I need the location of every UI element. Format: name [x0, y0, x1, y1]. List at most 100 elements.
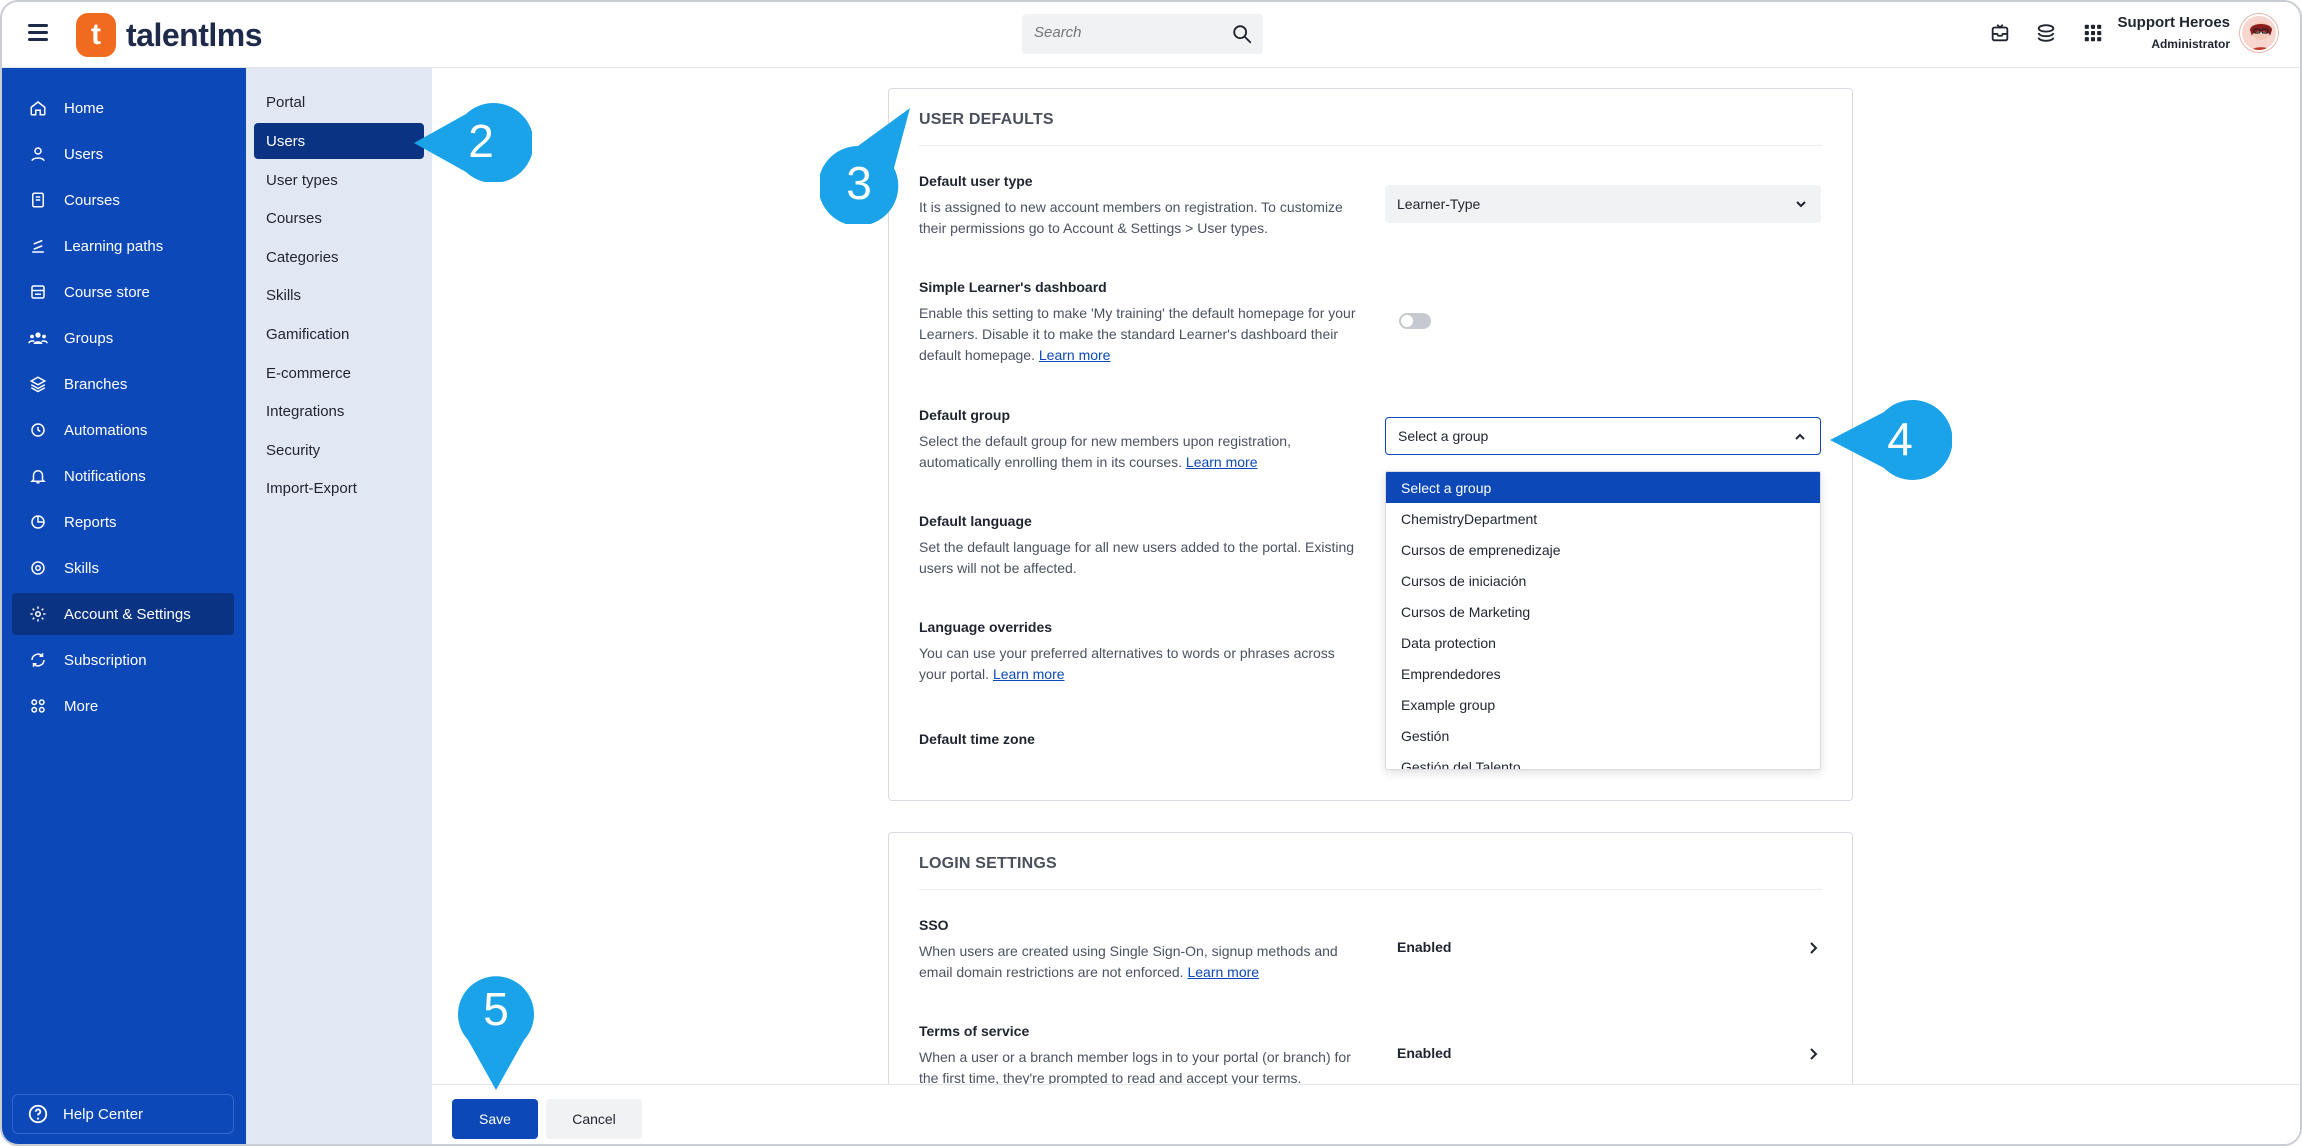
user-menu[interactable]: Support Heroes Administrator [2117, 14, 2230, 51]
sso-title: SSO [919, 917, 949, 933]
subnav-item-skills[interactable]: Skills [254, 277, 424, 313]
help-center-button[interactable]: Help Center [12, 1094, 234, 1134]
hamburger-menu-icon[interactable] [28, 24, 48, 41]
sidebar-item-course-store[interactable]: Course store [12, 271, 234, 313]
simple-dashboard-title: Simple Learner's dashboard [919, 279, 1107, 295]
default-user-type-value: Learner-Type [1397, 196, 1481, 212]
default-user-type-title: Default user type [919, 173, 1033, 189]
callout-marker-2: 2 [412, 102, 532, 182]
sidebar-item-account-settings[interactable]: Account & Settings [12, 593, 234, 635]
sidebar-item-learning-paths[interactable]: Learning paths [12, 225, 234, 267]
avatar[interactable] [2240, 14, 2278, 52]
path-icon [28, 236, 48, 256]
help-center-label: Help Center [63, 1105, 144, 1123]
default-user-type-desc: It is assigned to new account members on… [919, 199, 1343, 236]
dropdown-option[interactable]: Gestión [1386, 720, 1820, 751]
sidebar-item-label: Branches [64, 375, 128, 393]
dropdown-option[interactable]: Gestión del Talento [1386, 751, 1820, 770]
sidebar-item-home[interactable]: Home [12, 87, 234, 129]
bell-icon [28, 466, 48, 486]
sidebar-item-label: Subscription [64, 651, 147, 669]
dropdown-option[interactable]: ChemistryDepartment [1386, 503, 1820, 534]
sidebar-item-more[interactable]: More [12, 685, 234, 727]
user-defaults-title: USER DEFAULTS [919, 111, 1054, 128]
sidebar-item-label: Automations [64, 421, 148, 439]
logo-badge: t [76, 13, 116, 57]
default-group-desc: Select the default group for new members… [919, 433, 1291, 470]
save-button[interactable]: Save [452, 1099, 538, 1139]
user-icon [28, 144, 48, 164]
default-language-desc: Set the default language for all new use… [919, 539, 1355, 576]
simple-dashboard-toggle[interactable] [1399, 313, 1431, 329]
toggle-knob [1401, 315, 1413, 327]
sidebar-item-reports[interactable]: Reports [12, 501, 234, 543]
dropdown-option[interactable]: Select a group [1386, 472, 1820, 503]
subnav-item-integrations[interactable]: Integrations [254, 393, 424, 429]
apps-grid-icon[interactable] [2082, 22, 2104, 44]
search-box[interactable] [1022, 14, 1263, 54]
default-user-type-select[interactable]: Learner-Type [1385, 185, 1821, 223]
dropdown-option[interactable]: Example group [1386, 689, 1820, 720]
callout-5-number: 5 [483, 983, 509, 1035]
sidebar-item-subscription[interactable]: Subscription [12, 639, 234, 681]
gear-icon [28, 604, 48, 624]
dropdown-option[interactable]: Emprendedores [1386, 658, 1820, 689]
sidebar-item-skills[interactable]: Skills [12, 547, 234, 589]
sidebar-item-label: Users [64, 145, 104, 163]
subnav-item-portal[interactable]: Portal [254, 84, 424, 120]
logo[interactable]: t talentlms [76, 13, 262, 57]
layers-switch-icon[interactable] [2035, 22, 2057, 44]
terms-desc: When a user or a branch member logs in t… [919, 1049, 1351, 1086]
sidebar-item-courses[interactable]: Courses [12, 179, 234, 221]
store-icon [28, 282, 48, 302]
logo-text: talentlms [126, 16, 262, 53]
sidebar-item-groups[interactable]: Groups [12, 317, 234, 359]
simple-dashboard-desc: Enable this setting to make 'My training… [919, 305, 1356, 363]
inbox-icon[interactable] [1989, 22, 2011, 44]
chevron-right-icon[interactable] [1806, 941, 1820, 955]
subnav-item-import-export[interactable]: Import-Export [254, 470, 424, 506]
sidebar-item-label: Courses [64, 191, 120, 209]
subnav-item-gamification[interactable]: Gamification [254, 316, 424, 352]
simple-dashboard-learn-more-link[interactable]: Learn more [1039, 347, 1111, 363]
divider [919, 889, 1822, 890]
terms-status: Enabled [1397, 1045, 1452, 1061]
sidebar-item-branches[interactable]: Branches [12, 363, 234, 405]
dropdown-option[interactable]: Cursos de Marketing [1386, 596, 1820, 627]
subnav-item-users[interactable]: Users [254, 123, 424, 159]
sidebar-item-automations[interactable]: Automations [12, 409, 234, 451]
pie-chart-icon [28, 512, 48, 532]
top-bar: t talentlms Support Heroes Administrator [2, 2, 2300, 68]
default-group-select[interactable]: Select a group [1385, 417, 1821, 455]
subnav-item-ecommerce[interactable]: E-commerce [254, 355, 424, 391]
sidebar-item-label: Skills [64, 559, 100, 577]
automation-icon [28, 420, 48, 440]
subnav-item-courses[interactable]: Courses [254, 200, 424, 236]
search-icon[interactable] [1231, 23, 1253, 45]
callout-marker-4: 4 [1828, 398, 1952, 482]
cancel-button[interactable]: Cancel [546, 1099, 642, 1139]
divider [919, 145, 1822, 146]
sidebar-item-label: Account & Settings [64, 605, 191, 623]
dropdown-option[interactable]: Cursos de iniciación [1386, 565, 1820, 596]
language-overrides-desc: You can use your preferred alternatives … [919, 645, 1335, 682]
subnav-item-user-types[interactable]: User types [254, 162, 424, 198]
search-input[interactable] [1034, 24, 1214, 41]
app-window: t talentlms Support Heroes Administrator… [0, 0, 2302, 1146]
sso-learn-more-link[interactable]: Learn more [1187, 964, 1259, 980]
skills-icon [28, 558, 48, 578]
sidebar-item-notifications[interactable]: Notifications [12, 455, 234, 497]
user-role: Administrator [2151, 37, 2230, 51]
default-time-zone-title: Default time zone [919, 731, 1035, 747]
dropdown-option[interactable]: Data protection [1386, 627, 1820, 658]
chevron-right-icon[interactable] [1806, 1047, 1820, 1061]
subnav-item-categories[interactable]: Categories [254, 239, 424, 275]
sidebar-item-users[interactable]: Users [12, 133, 234, 175]
subnav-item-security[interactable]: Security [254, 432, 424, 468]
default-group-learn-more-link[interactable]: Learn more [1186, 454, 1258, 470]
sidebar-item-label: Learning paths [64, 237, 164, 255]
home-icon [28, 98, 48, 118]
language-overrides-learn-more-link[interactable]: Learn more [993, 666, 1065, 682]
dropdown-option[interactable]: Cursos de emprenedizaje [1386, 534, 1820, 565]
main-content: USER DEFAULTS Default user type It is as… [432, 68, 2300, 1144]
